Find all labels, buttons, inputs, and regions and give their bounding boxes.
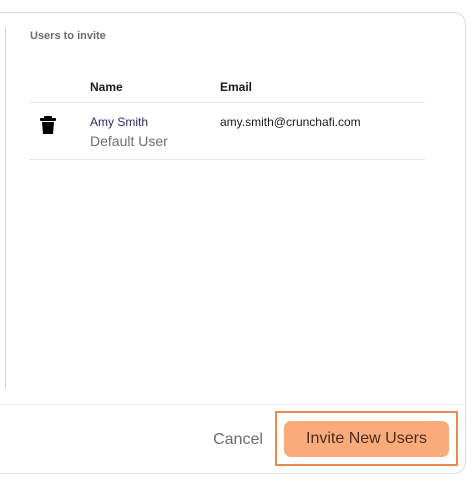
column-header-email: Email: [220, 80, 253, 94]
cancel-button[interactable]: Cancel: [204, 424, 272, 456]
table-header: Name Email: [29, 72, 425, 103]
vertical-divider: [5, 28, 6, 388]
table-row: Amy Smith Default User amy.smith@cruncha…: [29, 103, 425, 160]
user-role: Default User: [90, 133, 168, 149]
footer-divider: [0, 404, 466, 405]
user-email: amy.smith@crunchafi.com: [220, 115, 361, 129]
invite-new-users-button[interactable]: Invite New Users: [284, 421, 449, 457]
user-name[interactable]: Amy Smith: [90, 115, 148, 129]
users-table: Name Email Amy Smith Default User amy.sm…: [29, 72, 425, 160]
column-header-name: Name: [90, 80, 123, 94]
page: Users to invite Name Email Amy Smith Def…: [0, 0, 473, 482]
trash-icon-svg: [40, 116, 56, 134]
trash-icon[interactable]: [39, 115, 57, 135]
section-title: Users to invite: [30, 30, 106, 42]
